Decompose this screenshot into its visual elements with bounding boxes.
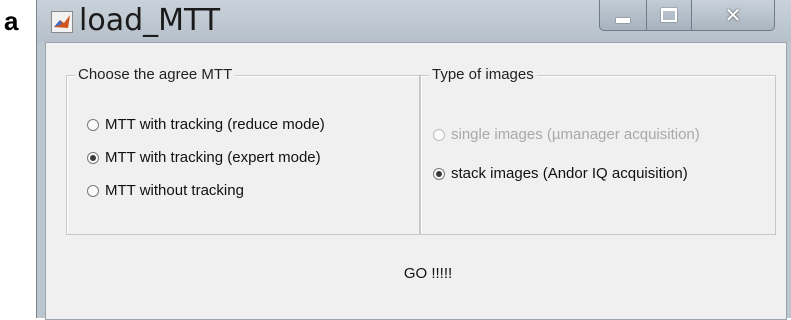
radio-label: single images (µmanager acquisition)	[451, 126, 700, 143]
radio-mtt-reduce[interactable]: MTT with tracking (reduce mode)	[87, 116, 325, 133]
mtt-mode-group: Choose the agree MTT MTT with tracking (…	[66, 66, 420, 235]
maximize-icon	[661, 8, 677, 22]
close-icon: ✕	[724, 3, 742, 27]
close-button[interactable]: ✕	[691, 0, 775, 31]
radio-label: MTT with tracking (reduce mode)	[105, 116, 325, 133]
maximize-button[interactable]	[646, 0, 692, 31]
radio-single-images: single images (µmanager acquisition)	[433, 126, 700, 143]
radio-button[interactable]	[87, 151, 99, 164]
window-title: load_MTT	[79, 3, 221, 38]
radio-button[interactable]	[87, 184, 99, 197]
app-window: load_MTT ✕ Choose the agree MTT MTT with…	[36, 0, 791, 320]
image-type-legend: Type of images	[429, 66, 537, 83]
minimize-button[interactable]	[599, 0, 647, 31]
title-bar[interactable]: load_MTT ✕	[37, 0, 791, 42]
radio-label: MTT without tracking	[105, 182, 244, 199]
radio-button[interactable]	[433, 167, 445, 180]
radio-stack-images[interactable]: stack images (Andor IQ acquisition)	[433, 165, 688, 182]
radio-mtt-no-tracking[interactable]: MTT without tracking	[87, 182, 244, 199]
radio-button	[433, 128, 445, 141]
panel-label: a	[4, 6, 19, 36]
matlab-icon	[51, 11, 73, 33]
mtt-group-legend: Choose the agree MTT	[75, 66, 236, 83]
radio-button[interactable]	[87, 118, 99, 131]
radio-label: stack images (Andor IQ acquisition)	[451, 165, 688, 182]
window-content: Choose the agree MTT MTT with tracking (…	[45, 42, 787, 320]
go-button[interactable]: GO !!!!!	[358, 265, 498, 282]
radio-label: MTT with tracking (expert mode)	[105, 149, 321, 166]
radio-mtt-expert[interactable]: MTT with tracking (expert mode)	[87, 149, 321, 166]
minimize-icon	[616, 17, 630, 23]
image-type-group: Type of images single images (µmanager a…	[420, 66, 776, 235]
